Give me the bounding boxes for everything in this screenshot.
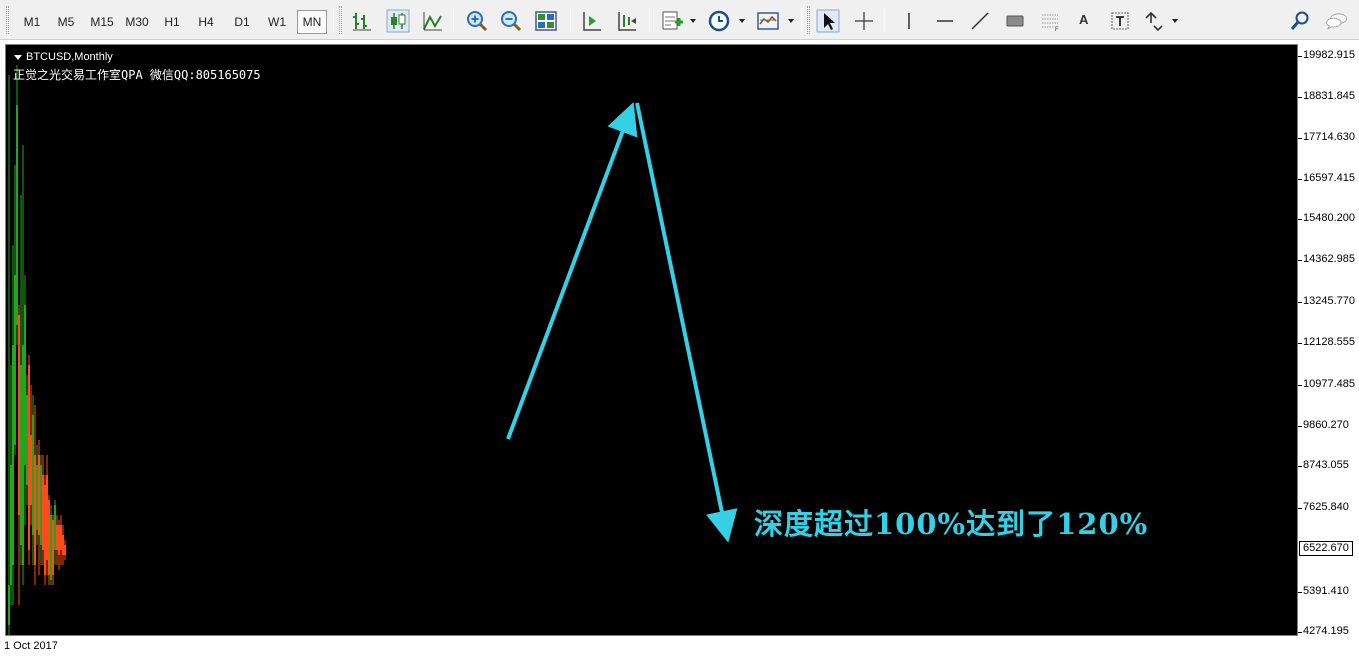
annotation-text[interactable]: 深度超过100%达到了120%: [754, 501, 1148, 543]
price-tick: [1298, 179, 1302, 180]
price-tick: [1298, 466, 1302, 467]
timeframe-h4[interactable]: H4: [191, 11, 221, 33]
chat-icon[interactable]: [1325, 9, 1355, 33]
price-axis[interactable]: 19982.915 18831.845 17714.630 16597.415 1548…: [1298, 44, 1359, 637]
crosshair-icon[interactable]: [852, 9, 876, 33]
toolbar-separator: [649, 8, 650, 32]
price-tick: [1298, 56, 1302, 57]
text-icon[interactable]: A: [1079, 12, 1088, 27]
autoscroll-icon[interactable]: [615, 9, 639, 33]
timeframe-h1[interactable]: H1: [157, 11, 187, 33]
search-icon[interactable]: [1288, 9, 1312, 33]
chart-shift-icon[interactable]: [580, 9, 604, 33]
line-chart-icon[interactable]: [421, 9, 445, 33]
price-tick: [1298, 260, 1302, 261]
timeframe-m15[interactable]: M15: [86, 11, 118, 33]
horizontal-line-icon[interactable]: [933, 9, 957, 33]
toolbar-separator: [453, 8, 454, 32]
templates-icon[interactable]: [756, 9, 780, 33]
indicators-dropdown-caret[interactable]: [690, 19, 696, 23]
vertical-line-icon[interactable]: [897, 9, 921, 33]
zoom-in-icon[interactable]: [465, 9, 489, 33]
toolbar: M1 M5 M15 M30 H1 H4 D1 W1 MN F A: [0, 0, 1359, 40]
price-axis-label: 17714.630: [1303, 131, 1355, 143]
price-axis-label: 8743.055: [1303, 459, 1349, 471]
time-axis[interactable]: 1 Oct 2017: [0, 636, 1298, 658]
timeframe-mn[interactable]: MN: [297, 10, 327, 34]
price-tick: [1298, 508, 1302, 509]
fibonacci-icon[interactable]: F: [1038, 9, 1062, 33]
periods-dropdown-caret[interactable]: [739, 19, 745, 23]
price-tick: [1298, 97, 1302, 98]
price-tick: [1298, 426, 1302, 427]
arrows-dropdown-caret[interactable]: [1172, 19, 1178, 23]
templates-dropdown-caret[interactable]: [788, 19, 794, 23]
arrow-annotation[interactable]: [6, 45, 1299, 637]
candlestick-chart-icon[interactable]: [386, 9, 410, 33]
symbol-text: BTCUSD,Monthly: [26, 51, 113, 63]
cursor-icon[interactable]: [816, 9, 840, 33]
price-axis-label: 4274.195: [1303, 625, 1349, 637]
toolbar-separator: [801, 8, 802, 32]
price-tick: [1298, 343, 1302, 344]
price-axis-label: 14362.985: [1303, 253, 1355, 265]
price-axis-label: 5391.410: [1303, 585, 1349, 597]
studio-watermark-text: 正觉之光交易工作室QPA 微信QQ:805165075: [13, 68, 261, 82]
timeframe-m30[interactable]: M30: [121, 11, 153, 33]
current-price-label: 6522.670: [1299, 541, 1353, 556]
tile-windows-icon[interactable]: [534, 9, 558, 33]
price-axis-label: 13245.770: [1303, 295, 1355, 307]
price-axis-label: 12128.555: [1303, 336, 1355, 348]
price-tick: [1298, 385, 1302, 386]
timeframe-m5[interactable]: M5: [51, 11, 81, 33]
price-tick: [1298, 219, 1302, 220]
indicators-icon[interactable]: [660, 9, 684, 33]
toolbar-grip[interactable]: [807, 6, 810, 34]
svg-text:F: F: [1055, 27, 1059, 33]
up-arrow-line[interactable]: [506, 102, 638, 440]
price-tick: [1298, 632, 1302, 633]
bar-chart-icon[interactable]: [350, 9, 374, 33]
zoom-out-icon[interactable]: [499, 9, 523, 33]
price-axis-label: 19982.915: [1303, 49, 1355, 61]
arrows-icon[interactable]: [1142, 9, 1166, 33]
toolbar-separator: [884, 8, 885, 32]
price-axis-label: 16597.415: [1303, 172, 1355, 184]
toolbar-separator: [333, 8, 334, 32]
timeframe-d1[interactable]: D1: [227, 11, 257, 33]
trendline-icon[interactable]: [968, 9, 992, 33]
price-axis-label: 9860.270: [1303, 419, 1349, 431]
toolbar-grip[interactable]: [6, 6, 9, 34]
price-tick: [1298, 302, 1302, 303]
price-axis-label: 18831.845: [1303, 90, 1355, 102]
chart-plot-area[interactable]: BTCUSD,Monthly 正觉之光交易工作室QPA 微信QQ:8051650…: [5, 44, 1298, 636]
symbol-label[interactable]: BTCUSD,Monthly: [14, 51, 113, 63]
rectangle-icon[interactable]: [1003, 9, 1027, 33]
collapse-triangle-icon[interactable]: [14, 54, 22, 60]
price-axis-label: 15480.200: [1303, 212, 1355, 224]
periods-clock-icon[interactable]: [707, 9, 731, 33]
chart-window: BTCUSD,Monthly 正觉之光交易工作室QPA 微信QQ:8051650…: [0, 40, 1359, 658]
time-axis-label: 1 Oct 2017: [4, 640, 58, 652]
price-axis-label: 10977.485: [1303, 378, 1355, 390]
price-axis-label: 7625.840: [1303, 501, 1349, 513]
price-tick: [1298, 592, 1302, 593]
text-label-icon[interactable]: [1108, 9, 1132, 33]
down-arrow-line[interactable]: [635, 102, 738, 543]
toolbar-grip[interactable]: [339, 6, 342, 34]
toolbar-separator: [570, 8, 571, 32]
timeframe-w1[interactable]: W1: [262, 11, 292, 33]
timeframe-m1[interactable]: M1: [17, 11, 47, 33]
price-tick: [1298, 138, 1302, 139]
